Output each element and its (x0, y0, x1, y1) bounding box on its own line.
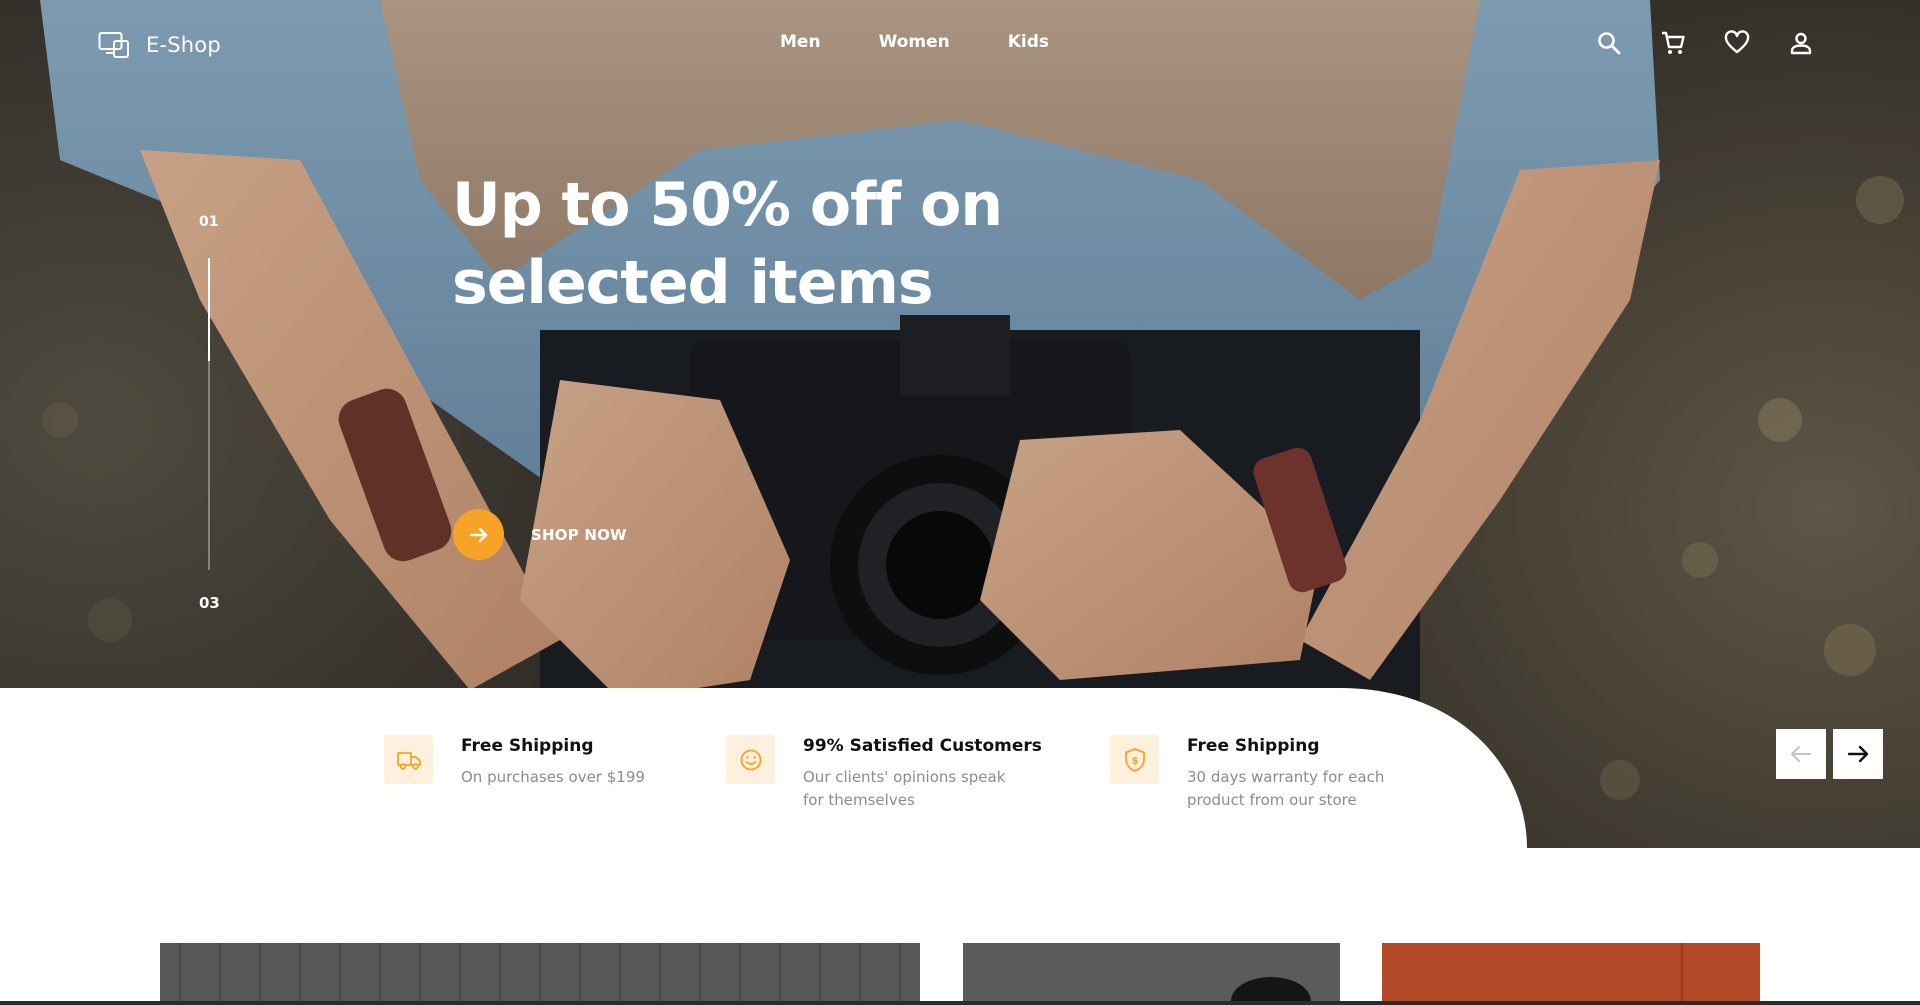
slide-progress-track (208, 258, 210, 570)
search-icon[interactable] (1596, 30, 1622, 56)
collection-card-image (1231, 977, 1311, 1001)
feature-description: Our clients' opinions speak for themselv… (803, 766, 1042, 812)
hero-headline: Up to 50% off on selected items (452, 166, 1012, 322)
arrow-right-icon (1847, 745, 1869, 763)
brand-logo[interactable]: E-Shop (98, 31, 221, 59)
brand-name: E-Shop (146, 33, 221, 57)
devices-icon (98, 32, 129, 58)
bottom-edge (0, 1001, 1920, 1005)
next-slide-button[interactable] (1833, 729, 1883, 779)
nav-link-kids[interactable]: Kids (1008, 32, 1049, 52)
feature-description-line: On purchases over $199 (461, 768, 645, 786)
arrow-right-icon (453, 509, 504, 560)
nav-actions (1596, 30, 1814, 56)
feature-text: 99% Satisfied Customers Our clients' opi… (803, 733, 1042, 812)
slide-index-total: 03 (199, 594, 220, 612)
collection-card[interactable] (160, 943, 920, 1001)
svg-text:$: $ (1131, 756, 1138, 767)
feature-title: Free Shipping (1187, 736, 1320, 756)
headline-line-1: Up to 50% off on (452, 170, 1003, 240)
headline-line-2: selected items (452, 248, 934, 318)
shop-now-label: SHOP NOW (531, 525, 627, 544)
cart-icon[interactable] (1660, 30, 1686, 56)
feature-description-line: for themselves (803, 791, 915, 809)
shield-dollar-icon: $ (1110, 735, 1159, 784)
feature-text: Free Shipping On purchases over $199 (461, 733, 645, 789)
slide-progress-bar (208, 258, 210, 361)
feature-item-shipping: Free Shipping On purchases over $199 (384, 733, 645, 789)
collection-card[interactable] (1382, 943, 1760, 1001)
shop-now-button[interactable]: SHOP NOW (453, 509, 627, 560)
slider-controls (1776, 729, 1883, 779)
user-icon[interactable] (1788, 30, 1814, 56)
collection-card-image (178, 943, 902, 1001)
slide-index-current: 01 (199, 214, 219, 230)
feature-title: Free Shipping (461, 736, 594, 756)
feature-description-line: Our clients' opinions speak (803, 768, 1006, 786)
main-menu: Men Women Kids (780, 32, 1049, 52)
feature-title: 99% Satisfied Customers (803, 736, 1042, 756)
collection-card[interactable] (963, 943, 1340, 1001)
arrow-left-icon (1791, 746, 1811, 762)
feature-text: Free Shipping 30 days warranty for each … (1187, 733, 1384, 812)
features-panel: Free Shipping On purchases over $199 99%… (0, 688, 1527, 848)
feature-item-satisfaction: 99% Satisfied Customers Our clients' opi… (726, 733, 1042, 812)
top-nav: E-Shop Men Women Kids (0, 0, 1920, 92)
heart-icon[interactable] (1724, 30, 1750, 56)
previous-slide-button[interactable] (1776, 729, 1826, 779)
feature-description: 30 days warranty for each product from o… (1187, 766, 1384, 812)
feature-description-line: 30 days warranty for each (1187, 768, 1385, 786)
feature-item-warranty: $ Free Shipping 30 days warranty for eac… (1110, 733, 1384, 812)
feature-description-line: product from our store (1187, 791, 1357, 809)
feature-description: On purchases over $199 (461, 766, 645, 789)
nav-link-women[interactable]: Women (879, 32, 950, 52)
nav-link-men[interactable]: Men (780, 32, 821, 52)
truck-icon (384, 735, 433, 784)
smile-icon (726, 735, 775, 784)
collection-card-image (1680, 943, 1684, 1001)
